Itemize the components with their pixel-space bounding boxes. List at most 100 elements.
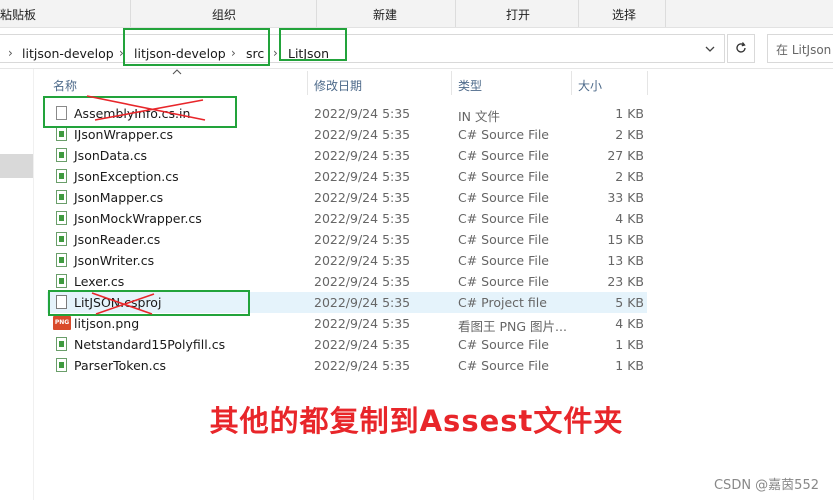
file-type: C# Source File [458, 232, 549, 247]
file-row[interactable]: JsonMapper.cs 2022/9/24 5:35 C# Source F… [47, 187, 647, 208]
file-name: JsonMockWrapper.cs [74, 211, 202, 226]
file-date: 2022/9/24 5:35 [314, 316, 411, 331]
file-date: 2022/9/24 5:35 [314, 169, 411, 184]
project-file-icon [56, 295, 67, 309]
file-row-selected[interactable]: LitJSON.csproj 2022/9/24 5:35 C# Project… [47, 292, 647, 313]
file-row[interactable]: PNG litjson.png 2022/9/24 5:35 看图王 PNG 图… [47, 313, 647, 334]
file-name: ParserToken.cs [74, 358, 167, 373]
ribbon-divider [130, 0, 131, 27]
file-row[interactable]: Lexer.cs 2022/9/24 5:35 C# Source File 2… [47, 271, 647, 292]
file-size: 4 KB [615, 211, 644, 226]
file-name: Netstandard15Polyfill.cs [74, 337, 226, 352]
file-type: C# Source File [458, 274, 549, 289]
ribbon-new-label[interactable]: 新建 [373, 6, 397, 23]
ribbon: 粘贴板 组织 新建 打开 选择 [0, 0, 833, 28]
file-row[interactable]: Netstandard15Polyfill.cs 2022/9/24 5:35 … [47, 334, 647, 355]
file-size: 13 KB [607, 253, 644, 268]
column-header-name[interactable]: 名称 [53, 77, 77, 94]
column-header-size[interactable]: 大小 [578, 77, 602, 94]
file-row[interactable]: ParserToken.cs 2022/9/24 5:35 C# Source … [47, 355, 647, 376]
navigation-selected-item[interactable] [0, 154, 33, 178]
file-date: 2022/9/24 5:35 [314, 127, 411, 142]
file-name: JsonException.cs [74, 169, 179, 184]
file-type: C# Source File [458, 358, 549, 373]
column-divider[interactable] [451, 71, 452, 95]
file-name: AssemblyInfo.cs.in [74, 106, 191, 121]
file-name: IJsonWrapper.cs [74, 127, 173, 142]
ribbon-divider [578, 0, 579, 27]
breadcrumb-separator[interactable]: › [273, 46, 278, 60]
file-row[interactable]: IJsonWrapper.cs 2022/9/24 5:35 C# Source… [47, 124, 647, 145]
ribbon-organize-label[interactable]: 组织 [212, 6, 236, 23]
file-size: 27 KB [607, 148, 644, 163]
file-date: 2022/9/24 5:35 [314, 106, 411, 121]
ribbon-select-label[interactable]: 选择 [612, 6, 636, 23]
file-size: 33 KB [607, 190, 644, 205]
address-bar[interactable]: › litjson-develop › litjson-develop › sr… [0, 34, 725, 63]
file-type: C# Source File [458, 253, 549, 268]
search-input[interactable]: 在 LitJson [767, 34, 833, 63]
file-size: 23 KB [607, 274, 644, 289]
file-name: Lexer.cs [74, 274, 125, 289]
column-divider[interactable] [571, 71, 572, 95]
search-placeholder: 在 LitJson [776, 43, 832, 57]
column-divider[interactable] [647, 71, 648, 95]
png-image-icon: PNG [53, 316, 71, 330]
chevron-down-icon[interactable] [705, 44, 715, 57]
csharp-file-icon [56, 127, 67, 141]
refresh-button[interactable] [727, 34, 755, 63]
file-row[interactable]: JsonMockWrapper.cs 2022/9/24 5:35 C# Sou… [47, 208, 647, 229]
breadcrumb-separator[interactable]: › [119, 46, 124, 60]
breadcrumb-item-litjson-develop-outer[interactable]: litjson-develop [22, 46, 114, 61]
file-type: C# Source File [458, 337, 549, 352]
file-name: JsonReader.cs [74, 232, 161, 247]
refresh-icon [734, 41, 748, 59]
file-row[interactable]: JsonException.cs 2022/9/24 5:35 C# Sourc… [47, 166, 647, 187]
csharp-file-icon [56, 274, 67, 288]
file-name: litjson.png [74, 316, 140, 331]
file-size: 2 KB [615, 169, 644, 184]
ribbon-divider [316, 0, 317, 27]
file-type: C# Project file [458, 295, 547, 310]
breadcrumb-root-arrow[interactable]: › [8, 46, 13, 60]
csharp-file-icon [56, 211, 67, 225]
column-header-type[interactable]: 类型 [458, 77, 482, 94]
file-size: 4 KB [615, 316, 644, 331]
file-size: 1 KB [615, 337, 644, 352]
watermark: CSDN @嘉茵552 [713, 478, 819, 493]
ribbon-clipboard-label[interactable]: 粘贴板 [0, 6, 36, 23]
breadcrumb-separator[interactable]: › [231, 46, 236, 60]
file-size: 2 KB [615, 127, 644, 142]
column-header-row: 名称 修改日期 类型 大小 [33, 69, 833, 97]
file-row[interactable]: JsonReader.cs 2022/9/24 5:35 C# Source F… [47, 229, 647, 250]
breadcrumb-item-litjson[interactable]: LitJson [288, 46, 329, 61]
file-name: JsonData.cs [74, 148, 147, 163]
column-divider[interactable] [307, 71, 308, 95]
csharp-file-icon [56, 169, 67, 183]
breadcrumb-item-litjson-develop-inner[interactable]: litjson-develop [134, 46, 226, 61]
csharp-file-icon [56, 253, 67, 267]
ribbon-divider [455, 0, 456, 27]
annotation-caption: 其他的都复制到Assest文件夹 [209, 404, 624, 438]
file-date: 2022/9/24 5:35 [314, 190, 411, 205]
breadcrumb-item-src[interactable]: src [246, 46, 264, 61]
column-header-date[interactable]: 修改日期 [314, 77, 362, 94]
file-row[interactable]: JsonData.cs 2022/9/24 5:35 C# Source Fil… [47, 145, 647, 166]
file-type: C# Source File [458, 127, 549, 142]
file-size: 1 KB [615, 358, 644, 373]
file-type: 看图王 PNG 图片... [458, 319, 567, 334]
file-date: 2022/9/24 5:35 [314, 211, 411, 226]
file-row[interactable]: AssemblyInfo.cs.in 2022/9/24 5:35 IN 文件 … [47, 103, 647, 124]
ribbon-divider [665, 0, 666, 27]
file-date: 2022/9/24 5:35 [314, 295, 411, 310]
csharp-file-icon [56, 358, 67, 372]
document-icon [56, 106, 67, 120]
file-type: IN 文件 [458, 109, 501, 124]
file-date: 2022/9/24 5:35 [314, 337, 411, 352]
file-date: 2022/9/24 5:35 [314, 253, 411, 268]
sort-ascending-icon [172, 68, 182, 78]
file-name: LitJSON.csproj [74, 295, 162, 310]
file-row[interactable]: JsonWriter.cs 2022/9/24 5:35 C# Source F… [47, 250, 647, 271]
file-type: C# Source File [458, 148, 549, 163]
ribbon-open-label[interactable]: 打开 [506, 6, 530, 23]
